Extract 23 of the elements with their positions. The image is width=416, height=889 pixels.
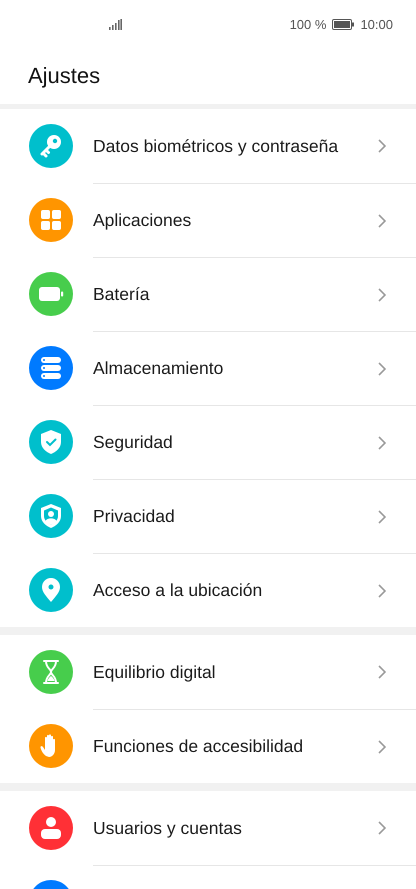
chevron-right-icon (378, 139, 386, 153)
settings-item[interactable]: Datos biométricos y contraseña (0, 109, 416, 183)
chevron-right-icon (378, 288, 386, 302)
chevron-right-icon (378, 821, 386, 835)
chevron-right-icon (378, 436, 386, 450)
status-time: 10:00 (360, 16, 393, 32)
chevron-right-icon (378, 362, 386, 376)
settings-item[interactable]: Usuarios y cuentas (0, 791, 416, 865)
chevron-right-icon (378, 214, 386, 228)
settings-item[interactable]: Batería (0, 257, 416, 331)
signal-icon (109, 18, 122, 30)
chevron-right-icon (378, 665, 386, 679)
settings-item[interactable]: Almacenamiento (0, 331, 416, 405)
settings-item[interactable]: Seguridad (0, 405, 416, 479)
battery-percent: 100 % (290, 16, 326, 32)
settings-item[interactable]: Privacidad (0, 479, 416, 553)
settings-item[interactable]: Aplicaciones (0, 183, 416, 257)
chevron-right-icon (378, 740, 386, 754)
page-title: Ajustes (28, 63, 100, 89)
chevron-right-icon (378, 584, 386, 598)
chevron-right-icon (378, 510, 386, 524)
battery-icon (332, 18, 354, 30)
settings-item[interactable]: Equilibrio digital (0, 635, 416, 709)
